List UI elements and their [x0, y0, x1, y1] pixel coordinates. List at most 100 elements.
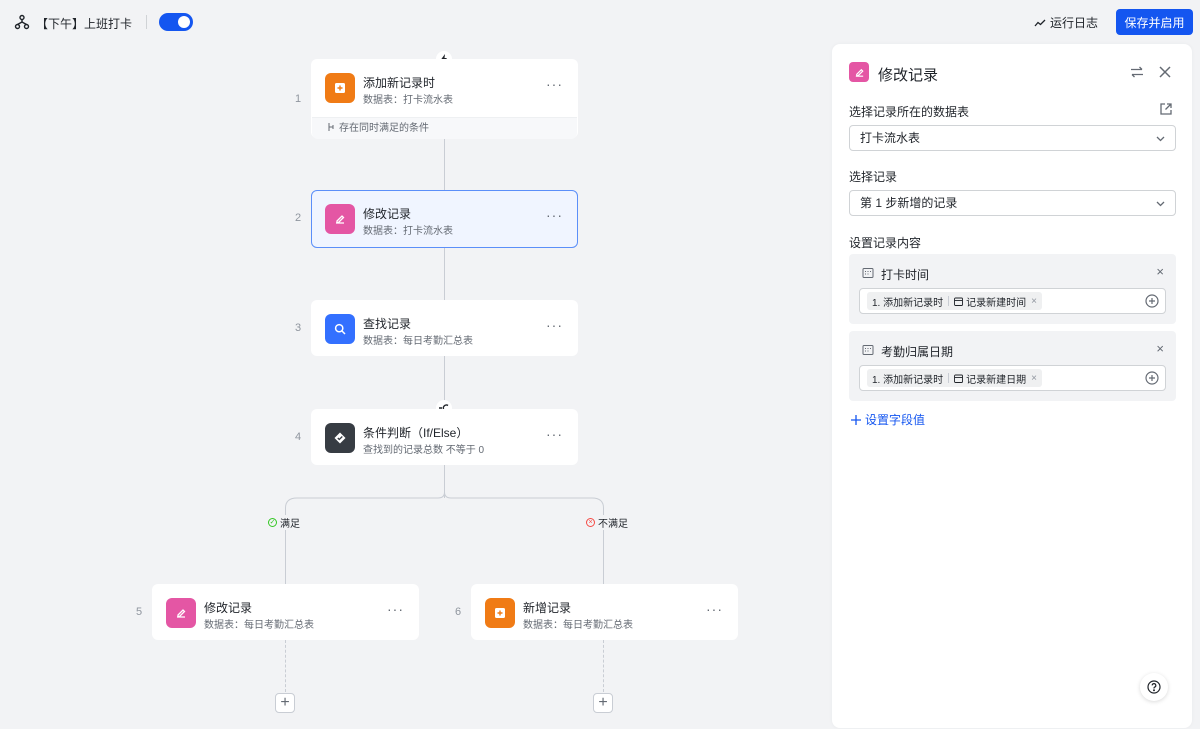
- tag-remove-icon[interactable]: ×: [1031, 373, 1037, 384]
- branch-no-text: 不满足: [598, 519, 628, 530]
- date-field-icon: [954, 297, 964, 306]
- step-number: 3: [294, 322, 302, 334]
- branch-connector: [285, 492, 604, 584]
- record-select[interactable]: 第 1 步新增的记录: [849, 190, 1176, 216]
- date-field-icon: [862, 345, 874, 355]
- tag-field: 记录新建日期: [966, 374, 1027, 386]
- top-bar: 【下午】上班打卡 运行日志 保存并启用: [0, 0, 1200, 44]
- node-subtitle: 查找到的记录总数 不等于 0: [363, 445, 485, 456]
- table-select[interactable]: 打卡流水表: [849, 125, 1176, 151]
- branch-yes-text: 满足: [280, 519, 300, 530]
- run-log-button[interactable]: 运行日志: [1034, 14, 1098, 31]
- tag-field: 记录新建时间: [966, 297, 1027, 309]
- step-number: 6: [454, 606, 462, 618]
- add-record-icon: [325, 73, 355, 103]
- field-setting: 考勤归属日期 × 1. 添加新记录时 记录新建日期 ×: [849, 331, 1176, 401]
- trend-icon: [1034, 19, 1046, 26]
- swap-icon[interactable]: [1130, 65, 1144, 79]
- add-step-button[interactable]: +: [275, 693, 295, 713]
- more-icon[interactable]: ···: [546, 208, 563, 222]
- workflow-icon: [14, 14, 30, 30]
- add-field-value-button[interactable]: 设置字段值: [851, 411, 925, 428]
- more-icon[interactable]: ···: [546, 77, 563, 91]
- connector: [444, 138, 445, 190]
- chevron-down-icon: [1156, 136, 1165, 142]
- node-title: 修改记录: [363, 207, 412, 221]
- check-circle-icon: ✓: [268, 518, 277, 527]
- run-log-label: 运行日志: [1050, 16, 1099, 30]
- external-link-icon[interactable]: [1159, 102, 1173, 116]
- add-step-button[interactable]: +: [593, 693, 613, 713]
- condition-icon: [325, 423, 355, 453]
- flow-node-trigger[interactable]: 添加新记录时 数据表：打卡流水表 ··· 存在同时满足的条件: [311, 59, 578, 139]
- tag-divider: [948, 373, 950, 383]
- node-title: 添加新记录时: [363, 76, 436, 90]
- more-icon[interactable]: ···: [387, 602, 404, 616]
- search-icon: [325, 314, 355, 344]
- field-name: 考勤归属日期: [881, 345, 954, 359]
- node-title: 条件判断（If/Else）: [363, 426, 469, 440]
- node-subtitle: 数据表：打卡流水表: [363, 226, 453, 237]
- enable-toggle[interactable]: [159, 13, 193, 31]
- add-variable-icon[interactable]: [1145, 294, 1159, 308]
- workflow-title: 【下午】上班打卡: [36, 17, 133, 31]
- dashed-connector: [285, 640, 286, 692]
- node-title: 新增记录: [523, 601, 572, 615]
- variable-tag[interactable]: 1. 添加新记录时 记录新建时间 ×: [867, 292, 1042, 310]
- variable-tag[interactable]: 1. 添加新记录时 记录新建日期 ×: [867, 369, 1042, 387]
- node-subtitle: 数据表：打卡流水表: [363, 95, 453, 106]
- close-icon[interactable]: [1158, 65, 1172, 79]
- date-field-icon: [954, 374, 964, 383]
- node-condition-footer: 存在同时满足的条件: [312, 117, 577, 139]
- tag-divider: [948, 296, 950, 306]
- add-record-icon: [485, 598, 515, 628]
- more-icon[interactable]: ···: [546, 318, 563, 332]
- tag-remove-icon[interactable]: ×: [1031, 296, 1037, 307]
- flow-node-find-record[interactable]: 查找记录 数据表：每日考勤汇总表 ···: [311, 300, 578, 356]
- tag-step: 1. 添加新记录时: [872, 297, 944, 309]
- remove-field-icon[interactable]: ×: [1156, 342, 1164, 355]
- branch-icon: [328, 123, 334, 131]
- field-name: 打卡时间: [881, 268, 930, 282]
- step-number: 5: [135, 606, 143, 618]
- node-subtitle: 数据表：每日考勤汇总表: [363, 336, 473, 347]
- save-and-enable-button[interactable]: 保存并启用: [1116, 9, 1193, 35]
- record-select-value: 第 1 步新增的记录: [860, 196, 958, 210]
- condition-text: 存在同时满足的条件: [339, 123, 429, 134]
- node-title: 修改记录: [204, 601, 253, 615]
- field-setting: 打卡时间 × 1. 添加新记录时 记录新建时间 ×: [849, 254, 1176, 324]
- more-icon[interactable]: ···: [546, 427, 563, 441]
- remove-field-icon[interactable]: ×: [1156, 265, 1164, 278]
- field-value-input[interactable]: 1. 添加新记录时 记录新建日期 ×: [859, 365, 1166, 391]
- branch-label-no: × 不满足: [584, 515, 630, 530]
- flow-node-add-record-no[interactable]: 新增记录 数据表：每日考勤汇总表 ···: [471, 584, 738, 640]
- tag-step: 1. 添加新记录时: [872, 374, 944, 386]
- field-value-input[interactable]: 1. 添加新记录时 记录新建时间 ×: [859, 288, 1166, 314]
- edit-icon: [849, 62, 869, 82]
- x-circle-icon: ×: [586, 518, 595, 527]
- plus-icon: [851, 414, 861, 425]
- more-icon[interactable]: ···: [706, 602, 723, 616]
- table-select-value: 打卡流水表: [860, 131, 921, 145]
- add-field-label: 设置字段值: [865, 413, 926, 427]
- flow-canvas[interactable]: 1 添加新记录时 数据表：打卡流水表 ··· 存在同时满足的条件 2 修改记录 …: [0, 44, 832, 729]
- panel-title: 修改记录: [878, 67, 939, 84]
- chevron-down-icon: [1156, 201, 1165, 207]
- datetime-field-icon: [862, 268, 874, 278]
- node-subtitle: 数据表：每日考勤汇总表: [523, 620, 633, 631]
- flow-node-edit-record-yes[interactable]: 修改记录 数据表：每日考勤汇总表 ···: [152, 584, 419, 640]
- branch-label-yes: ✓ 满足: [266, 515, 302, 530]
- help-button[interactable]: [1140, 673, 1168, 701]
- node-title: 查找记录: [363, 317, 412, 331]
- flow-node-edit-record[interactable]: 修改记录 数据表：打卡流水表 ···: [311, 190, 578, 248]
- edit-icon: [325, 204, 355, 234]
- step-number: 4: [294, 431, 302, 443]
- divider: [146, 15, 147, 29]
- table-select-label: 选择记录所在的数据表: [849, 105, 970, 119]
- content-label: 设置记录内容: [849, 236, 922, 250]
- edit-icon: [166, 598, 196, 628]
- step-number: 1: [294, 93, 302, 105]
- add-variable-icon[interactable]: [1145, 371, 1159, 385]
- flow-node-condition[interactable]: 条件判断（If/Else） 查找到的记录总数 不等于 0 ···: [311, 409, 578, 465]
- help-icon: [1147, 680, 1161, 694]
